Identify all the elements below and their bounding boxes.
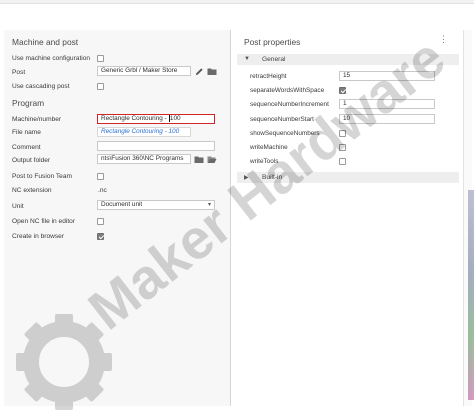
open-nc-label: Open NC file in editor: [12, 218, 76, 225]
prop-label-retractHeight: retractHeight: [250, 73, 287, 80]
prop-label-showSequenceNumbers: showSequenceNumbers: [250, 130, 320, 137]
background-canvas-strip: [468, 190, 474, 400]
prop-input-retractHeight[interactable]: 15: [339, 71, 435, 81]
program-number-digits: 100: [169, 115, 181, 123]
machine-post-title: Machine and post: [12, 37, 79, 47]
use-cascading-checkbox[interactable]: [97, 83, 104, 90]
file-name-input[interactable]: Rectangle Contouring - 100: [97, 127, 191, 137]
folder-icon[interactable]: [194, 154, 204, 164]
chevron-right-icon: ▶: [244, 175, 249, 181]
prop-checkbox-writeTools[interactable]: [339, 158, 346, 165]
use-cascading-label: Use cascading post: [12, 83, 70, 90]
prop-checkbox-showSequenceNumbers[interactable]: [339, 130, 346, 137]
unit-label: Unit: [12, 203, 24, 210]
program-number-text: Rectangle Contouring -: [101, 115, 169, 123]
unit-value: Document unit: [101, 201, 143, 208]
builtin-group-header[interactable]: ▶ Built-in: [237, 172, 459, 183]
unit-select[interactable]: Document unit ▾: [97, 200, 215, 210]
post-to-team-label: Post to Fusion Team: [12, 173, 72, 180]
file-name-label: File name: [12, 129, 41, 136]
use-machine-config-checkbox[interactable]: [97, 55, 104, 62]
chevron-down-icon: ▾: [207, 202, 211, 208]
create-browser-label: Create in browser: [12, 233, 65, 240]
general-group-label: General: [262, 56, 286, 63]
kebab-menu-icon[interactable]: ⋮: [439, 35, 448, 44]
create-browser-checkbox[interactable]: [97, 233, 104, 240]
nc-program-dialog: Machine and post Use machine configurati…: [0, 0, 474, 416]
dialog-top-border: [0, 0, 474, 4]
open-nc-checkbox[interactable]: [97, 218, 104, 225]
open-folder-icon[interactable]: [207, 154, 217, 164]
use-machine-config-label: Use machine configuration: [12, 55, 91, 62]
prop-label-writeTools: writeTools: [250, 158, 279, 165]
prop-input-sequenceNumberIncrement[interactable]: 1: [339, 99, 435, 109]
post-to-team-checkbox[interactable]: [97, 173, 104, 180]
nc-extension-label: NC extension: [12, 187, 52, 194]
prop-label-sequenceNumberStart: sequenceNumberStart: [250, 116, 314, 123]
settings-panel: Machine and post Use machine configurati…: [4, 30, 231, 406]
output-folder-label: Output folder: [12, 157, 51, 164]
builtin-group-label: Built-in: [262, 174, 283, 181]
post-properties-title: Post properties: [244, 37, 301, 47]
folder-icon[interactable]: [207, 66, 217, 76]
prop-label-separateWordsWithSpace: separateWordsWithSpace: [250, 87, 325, 94]
general-group-header[interactable]: ▼ General: [237, 54, 459, 65]
pencil-icon[interactable]: [194, 66, 204, 76]
prop-label-sequenceNumberIncrement: sequenceNumberIncrement: [250, 101, 329, 108]
prop-checkbox-writeMachine[interactable]: [339, 144, 346, 151]
program-number-input[interactable]: Rectangle Contouring - 100: [97, 114, 215, 124]
post-properties-panel: Post properties ⋮ ▼ General retractHeigh…: [233, 30, 461, 406]
prop-label-writeMachine: writeMachine: [250, 144, 288, 151]
comment-label: Comment: [12, 144, 41, 151]
nc-extension-value: .nc: [98, 187, 107, 194]
program-number-label: Machine/number: [12, 116, 62, 123]
chevron-down-icon: ▼: [244, 56, 250, 62]
prop-checkbox-separateWordsWithSpace[interactable]: [339, 87, 346, 94]
post-select[interactable]: Generic Grbl / Maker Store: [97, 66, 191, 76]
post-label: Post: [12, 69, 26, 76]
prop-input-sequenceNumberStart[interactable]: 10: [339, 114, 435, 124]
output-folder-input[interactable]: nts\Fusion 360\NC Programs: [97, 154, 191, 164]
comment-input[interactable]: [97, 141, 215, 151]
program-title: Program: [12, 98, 45, 108]
